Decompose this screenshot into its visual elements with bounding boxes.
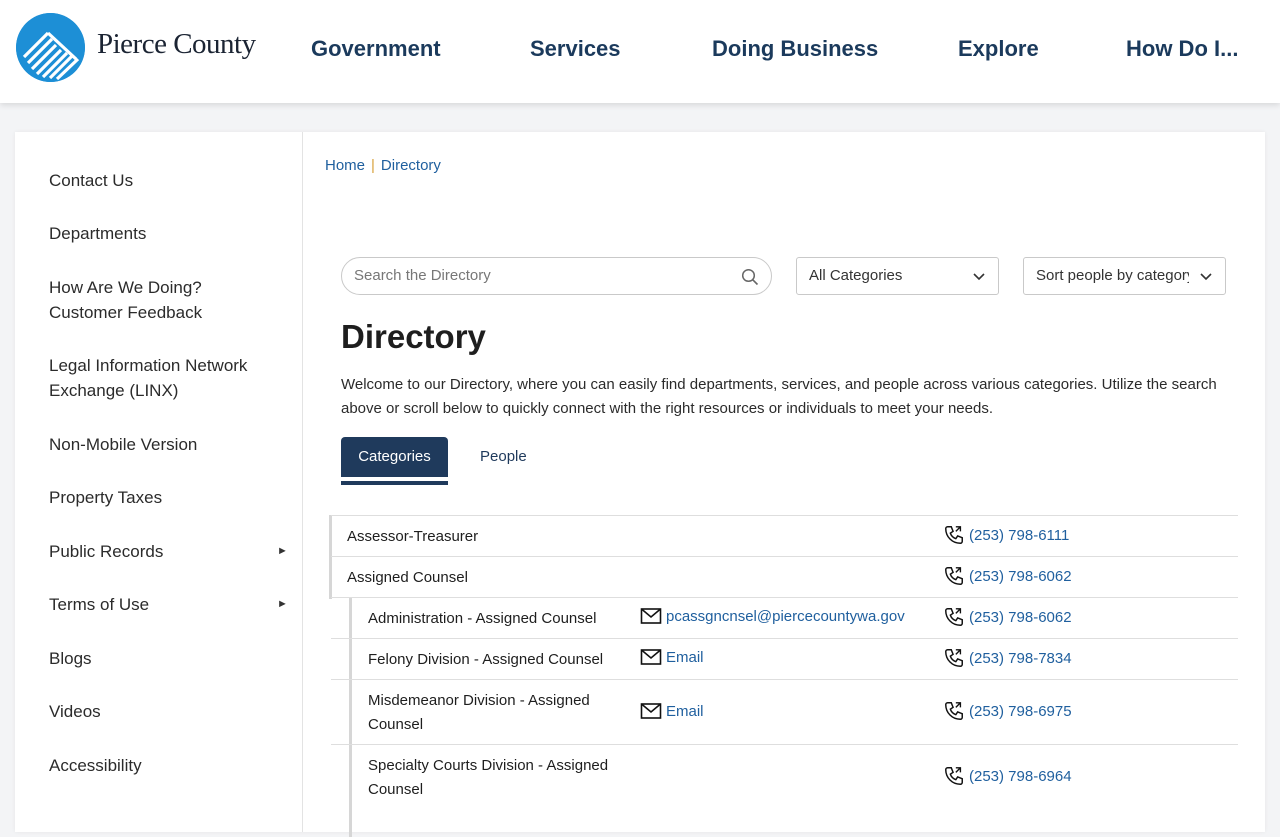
- phone-icon: [945, 702, 963, 720]
- sidebar-item-customer-feedback[interactable]: How Are We Doing? Customer Feedback: [49, 275, 249, 325]
- nav-explore[interactable]: Explore: [958, 36, 1039, 62]
- category-select-value: All Categories: [809, 267, 903, 284]
- email-icon: [640, 649, 662, 665]
- directory-row-phone[interactable]: (253) 798-6975: [943, 700, 1072, 722]
- directory-row-name[interactable]: Specialty Courts Division - Assigned Cou…: [368, 754, 628, 802]
- directory-row-name[interactable]: Assessor-Treasurer: [347, 525, 478, 549]
- nav-doing-business[interactable]: Doing Business: [712, 36, 878, 62]
- submenu-arrow-icon[interactable]: ►: [277, 545, 288, 557]
- site-logo[interactable]: Pierce County: [16, 13, 256, 82]
- sidebar-item-terms-of-use[interactable]: Terms of Use: [49, 592, 289, 617]
- directory-row-email[interactable]: Email: [640, 702, 704, 720]
- sidebar-item-videos[interactable]: Videos: [49, 699, 289, 724]
- directory-row-name[interactable]: Misdemeanor Division - Assigned Counsel: [368, 689, 618, 737]
- site-header: Pierce County Government Services Doing …: [0, 0, 1280, 103]
- email-link[interactable]: Email: [666, 649, 704, 666]
- sidebar-item-accessibility[interactable]: Accessibility: [49, 753, 289, 778]
- directory-row-name[interactable]: Felony Division - Assigned Counsel: [368, 648, 603, 672]
- sidebar-item-linx[interactable]: Legal Information Network Exchange (LINX…: [49, 353, 264, 403]
- search-icon[interactable]: [741, 268, 759, 291]
- phone-icon: [945, 767, 963, 785]
- tab-people[interactable]: People: [480, 437, 527, 477]
- email-icon: [640, 703, 662, 719]
- mountain-logo-icon: [16, 13, 85, 82]
- sidebar-item-property-taxes[interactable]: Property Taxes: [49, 485, 289, 510]
- sidebar: Contact Us Departments How Are We Doing?…: [15, 132, 303, 832]
- email-link[interactable]: Email: [666, 703, 704, 720]
- directory-row-phone[interactable]: (253) 798-6111: [943, 524, 1069, 546]
- directory-row[interactable]: Assessor-Treasurer (253) 798-6111: [331, 515, 1238, 556]
- active-tab-underline: [341, 481, 448, 485]
- sort-select-value: Sort people by category: [1036, 267, 1189, 284]
- logo-text: Pierce County: [97, 28, 256, 60]
- phone-number[interactable]: (253) 798-6111: [969, 527, 1069, 544]
- breadcrumb-home[interactable]: Home: [325, 157, 365, 174]
- phone-number[interactable]: (253) 798-6062: [969, 609, 1072, 626]
- chevron-down-icon: [972, 269, 986, 287]
- directory-row-phone[interactable]: (253) 798-7834: [943, 647, 1072, 669]
- sidebar-item-non-mobile[interactable]: Non-Mobile Version: [49, 432, 289, 457]
- phone-icon: [945, 649, 963, 667]
- sort-select[interactable]: Sort people by category: [1023, 257, 1226, 295]
- tab-categories[interactable]: Categories: [341, 437, 448, 477]
- phone-icon: [945, 526, 963, 544]
- chevron-down-icon: [1199, 269, 1213, 287]
- directory-row-phone[interactable]: (253) 798-6062: [943, 565, 1072, 587]
- directory-row-email[interactable]: Email: [640, 648, 704, 666]
- directory-search: [341, 257, 772, 295]
- email-icon: [640, 608, 662, 624]
- content-card: Contact Us Departments How Are We Doing?…: [15, 132, 1265, 837]
- nav-how-do-i[interactable]: How Do I...: [1126, 36, 1238, 62]
- submenu-arrow-icon[interactable]: ►: [277, 598, 288, 610]
- nav-government[interactable]: Government: [311, 36, 441, 62]
- directory-row[interactable]: Misdemeanor Division - Assigned Counsel …: [331, 679, 1238, 744]
- phone-icon: [945, 567, 963, 585]
- sidebar-item-contact-us[interactable]: Contact Us: [49, 168, 289, 193]
- sidebar-item-departments[interactable]: Departments: [49, 221, 289, 246]
- directory-row-email[interactable]: pcassgncnsel@piercecountywa.gov: [640, 607, 905, 625]
- directory-row[interactable]: Assigned Counsel (253) 798-6062: [331, 556, 1238, 597]
- page-intro: Welcome to our Directory, where you can …: [341, 376, 1217, 417]
- phone-icon: [945, 608, 963, 626]
- directory-row[interactable]: Felony Division - Assigned Counsel Email…: [331, 638, 1238, 679]
- directory-row-name[interactable]: Assigned Counsel: [347, 566, 468, 590]
- phone-number[interactable]: (253) 798-7834: [969, 650, 1072, 667]
- email-link[interactable]: pcassgncnsel@piercecountywa.gov: [666, 608, 905, 625]
- directory-row[interactable]: Specialty Courts Division - Assigned Cou…: [331, 744, 1238, 809]
- phone-number[interactable]: (253) 798-6975: [969, 703, 1072, 720]
- directory-row[interactable]: Administration - Assigned Counsel pcassg…: [331, 597, 1238, 638]
- phone-number[interactable]: (253) 798-6062: [969, 568, 1072, 585]
- phone-number[interactable]: (253) 798-6964: [969, 768, 1072, 785]
- sidebar-item-public-records[interactable]: Public Records: [49, 539, 289, 564]
- nav-services[interactable]: Services: [530, 36, 621, 62]
- sidebar-item-blogs[interactable]: Blogs: [49, 646, 289, 671]
- page-title: Directory: [341, 318, 486, 355]
- directory-row-name[interactable]: Administration - Assigned Counsel: [368, 607, 596, 631]
- directory-row-phone[interactable]: (253) 798-6964: [943, 765, 1072, 787]
- directory-row-phone[interactable]: (253) 798-6062: [943, 606, 1072, 628]
- category-select[interactable]: All Categories: [796, 257, 999, 295]
- breadcrumb-current[interactable]: Directory: [381, 157, 441, 174]
- search-input[interactable]: [354, 267, 724, 284]
- breadcrumb: Home | Directory: [325, 157, 441, 174]
- breadcrumb-separator: |: [371, 157, 375, 174]
